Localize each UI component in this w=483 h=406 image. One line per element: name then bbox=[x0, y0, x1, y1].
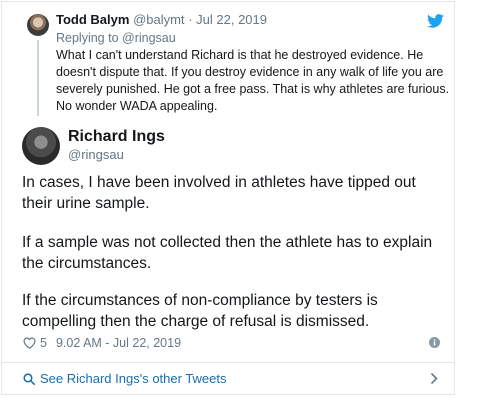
chevron-right-icon[interactable] bbox=[430, 372, 438, 385]
see-more-label: See Richard Ings's other Tweets bbox=[40, 371, 227, 386]
replying-to-label[interactable]: Replying to @ringsau bbox=[56, 30, 176, 46]
info-icon[interactable] bbox=[429, 337, 440, 348]
parent-tweet-text: What I can't understand Richard is that … bbox=[56, 48, 450, 113]
heart-icon[interactable] bbox=[23, 337, 36, 349]
parent-author-handle[interactable]: @balymt bbox=[133, 12, 185, 27]
parent-tweet-header: Todd Balym @balymt · Jul 22, 2019 bbox=[56, 12, 267, 28]
parent-separator: · bbox=[188, 12, 193, 27]
main-author-handle[interactable]: @ringsau bbox=[68, 147, 124, 163]
parent-date[interactable]: Jul 22, 2019 bbox=[196, 12, 267, 27]
twitter-bird-icon[interactable] bbox=[427, 14, 444, 28]
like-count[interactable]: 5 bbox=[40, 335, 47, 351]
see-more-tweets-link[interactable]: See Richard Ings's other Tweets bbox=[23, 371, 227, 387]
main-author-name[interactable]: Richard Ings bbox=[68, 128, 165, 146]
tweet-meta-row: 5 9.02 AM - Jul 22, 2019 bbox=[23, 335, 181, 351]
divider bbox=[2, 362, 454, 363]
main-avatar[interactable] bbox=[22, 127, 60, 165]
parent-author-name[interactable]: Todd Balym bbox=[56, 12, 129, 27]
parent-avatar[interactable] bbox=[27, 14, 49, 36]
tweet-paragraph: If the circumstances of non-compliance b… bbox=[22, 292, 378, 330]
tweet-timestamp[interactable]: 9.02 AM - Jul 22, 2019 bbox=[56, 335, 181, 351]
tweet-paragraph: In cases, I have been involved in athlet… bbox=[22, 174, 416, 212]
embedded-tweet-card: Todd Balym @balymt · Jul 22, 2019 Replyi… bbox=[1, 1, 455, 395]
thread-connector-line bbox=[37, 40, 39, 116]
tweet-paragraph: If a sample was not collected then the a… bbox=[22, 234, 433, 272]
search-icon bbox=[23, 373, 35, 385]
